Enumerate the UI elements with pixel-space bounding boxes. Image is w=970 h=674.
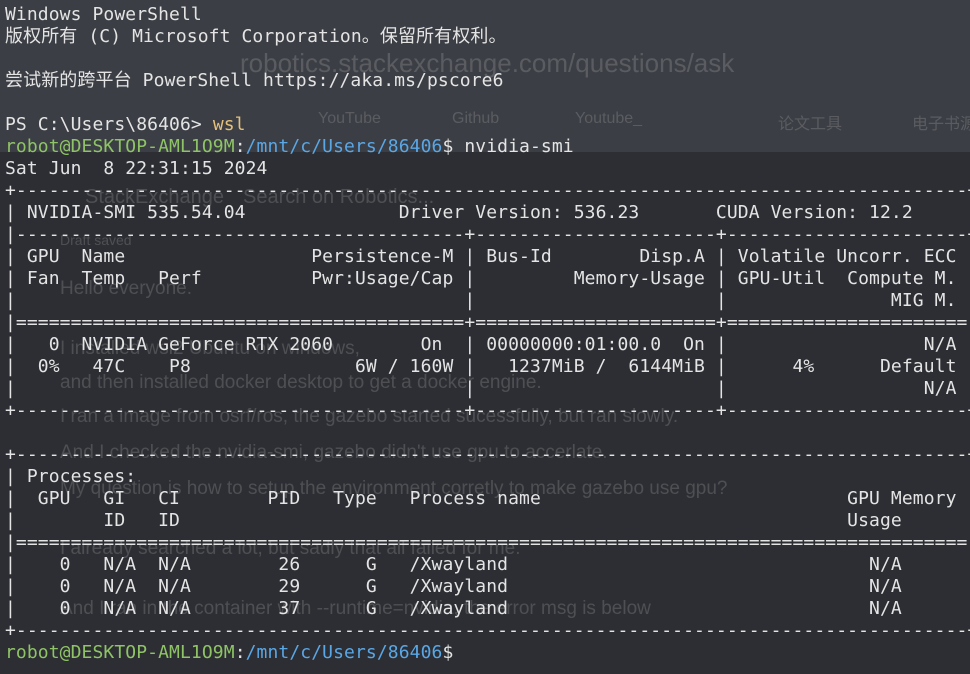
cwd-path: /mnt/c/Users/86406 — [245, 136, 443, 157]
bash-prompt-line-current[interactable]: robot@DESKTOP-AML1O9M:/mnt/c/Users/86406… — [5, 642, 970, 664]
output-line: |---------------------------------------… — [5, 224, 970, 245]
output-line: | ID ID Usage | — [5, 510, 970, 531]
output-line: | 0 N/A N/A 37 G /Xwayland N/A | — [5, 598, 970, 619]
header-line: Windows PowerShell — [5, 4, 202, 25]
output-line: | 0% 47C P8 6W / 160W | 1237MiB / 6144Mi… — [5, 356, 970, 377]
output-line: | 0 N/A N/A 29 G /Xwayland N/A | — [5, 576, 970, 597]
header-line: 尝试新的跨平台 PowerShell https://aka.ms/pscore… — [5, 70, 504, 91]
output-line: +---------------------------------------… — [5, 444, 970, 465]
command: nvidia-smi — [453, 136, 574, 157]
output-line: Sat Jun 8 22:31:15 2024 — [5, 158, 268, 179]
output-line: | GPU GI CI PID Type Process name GPU Me… — [5, 488, 970, 509]
output-line: | Fan Temp Perf Pwr:Usage/Cap | Memory-U… — [5, 268, 970, 289]
header-line — [5, 92, 970, 114]
ps-command: wsl — [212, 114, 246, 135]
ps-prompt-line: PS C:\Users\86406> wsl — [5, 114, 970, 136]
output-line: +---------------------------------------… — [5, 620, 970, 641]
cwd-path: /mnt/c/Users/86406 — [245, 642, 443, 663]
output-line: | NVIDIA-SMI 535.54.04 Driver Version: 5… — [5, 202, 970, 223]
dollar: $ — [442, 136, 454, 157]
output-line: | 0 NVIDIA GeForce RTX 2060 On | 0000000… — [5, 334, 970, 355]
dollar: $ — [442, 642, 454, 663]
user-host: robot@DESKTOP-AML1O9M — [5, 136, 235, 157]
output-line: +---------------------------------------… — [5, 400, 970, 421]
header-line — [5, 48, 970, 70]
output-line: | 0 N/A N/A 26 G /Xwayland N/A | — [5, 554, 970, 575]
terminal[interactable]: Windows PowerShell 版权所有 (C) Microsoft Co… — [5, 4, 970, 664]
output-line: | | | N/A | — [5, 378, 970, 399]
output-line: | | | MIG M. | — [5, 290, 970, 311]
output-line: | Processes: | — [5, 466, 970, 487]
colon: : — [234, 642, 246, 663]
output-line: +---------------------------------------… — [5, 180, 970, 201]
header-line: 版权所有 (C) Microsoft Corporation。保留所有权利。 — [5, 26, 507, 47]
user-host: robot@DESKTOP-AML1O9M — [5, 642, 235, 663]
colon: : — [234, 136, 246, 157]
output-line: |=======================================… — [5, 532, 970, 553]
ps-prompt: PS C:\Users\86406> — [5, 114, 213, 135]
bash-prompt-line: robot@DESKTOP-AML1O9M:/mnt/c/Users/86406… — [5, 136, 970, 158]
output-line: |=======================================… — [5, 312, 970, 333]
output-line: | GPU Name Persistence-M | Bus-Id Disp.A… — [5, 246, 970, 267]
